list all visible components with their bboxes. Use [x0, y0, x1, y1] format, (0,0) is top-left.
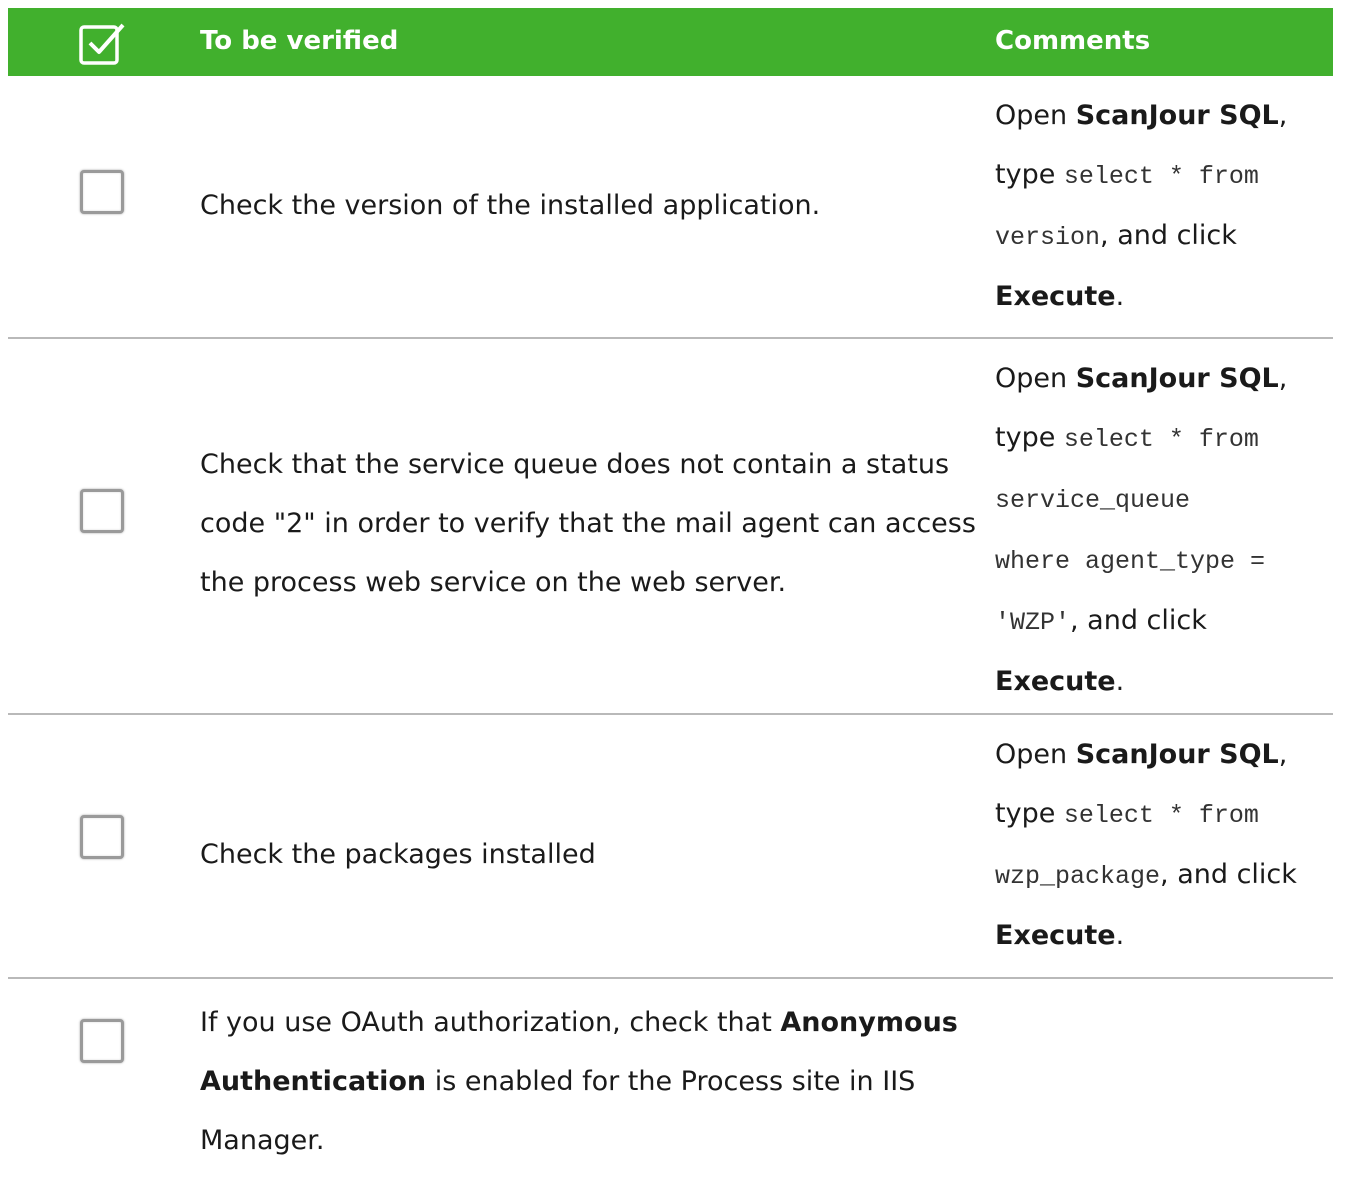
- sql-code: select * from: [1063, 162, 1259, 191]
- sql-code: select * from: [1063, 801, 1259, 830]
- app-name: ScanJour SQL: [1075, 363, 1279, 394]
- row-checkbox[interactable]: [80, 489, 124, 533]
- checklist-header: To be verified Comments: [8, 8, 1333, 76]
- checklist-row: Check the version of the installed appli…: [8, 76, 1333, 339]
- sql-code: service_queue: [995, 486, 1191, 515]
- execute-label: Execute: [995, 666, 1116, 697]
- app-name: ScanJour SQL: [1075, 739, 1279, 770]
- comment-text: Open ScanJour SQL, type select * from ve…: [995, 100, 1288, 312]
- sql-code: wzp_package: [995, 862, 1161, 891]
- checklist-row: Check that the service queue does not co…: [8, 339, 1333, 715]
- row-checkbox[interactable]: [80, 1019, 124, 1063]
- row-checkbox[interactable]: [80, 815, 124, 859]
- verify-text: Check that the service queue does not co…: [200, 449, 976, 598]
- execute-label: Execute: [995, 281, 1116, 312]
- comment-text: Open ScanJour SQL, type select * from se…: [995, 363, 1288, 697]
- to-be-verified-heading: To be verified: [200, 26, 399, 56]
- checklist-row: If you use OAuth authorization, check th…: [8, 979, 1333, 1179]
- row-checkbox[interactable]: [80, 170, 124, 214]
- app-name: ScanJour SQL: [1075, 100, 1279, 131]
- sql-code: 'WZP': [995, 608, 1071, 637]
- comment-text: Open ScanJour SQL, type select * from wz…: [995, 739, 1297, 951]
- sql-code: version: [995, 223, 1101, 252]
- checklist-row: Check the packages installed Open ScanJo…: [8, 715, 1333, 979]
- sql-code: select * from: [1063, 425, 1259, 454]
- sql-code: where agent_type =: [995, 547, 1266, 576]
- comments-heading: Comments: [995, 26, 1151, 56]
- verification-checklist: To be verified Comments Check the versio…: [8, 8, 1333, 1179]
- execute-label: Execute: [995, 920, 1116, 951]
- checkbox-checked-icon: [79, 23, 125, 65]
- verify-text: If you use OAuth authorization, check th…: [200, 1007, 958, 1156]
- verify-text: Check the version of the installed appli…: [200, 190, 821, 221]
- verify-text: Check the packages installed: [200, 839, 596, 870]
